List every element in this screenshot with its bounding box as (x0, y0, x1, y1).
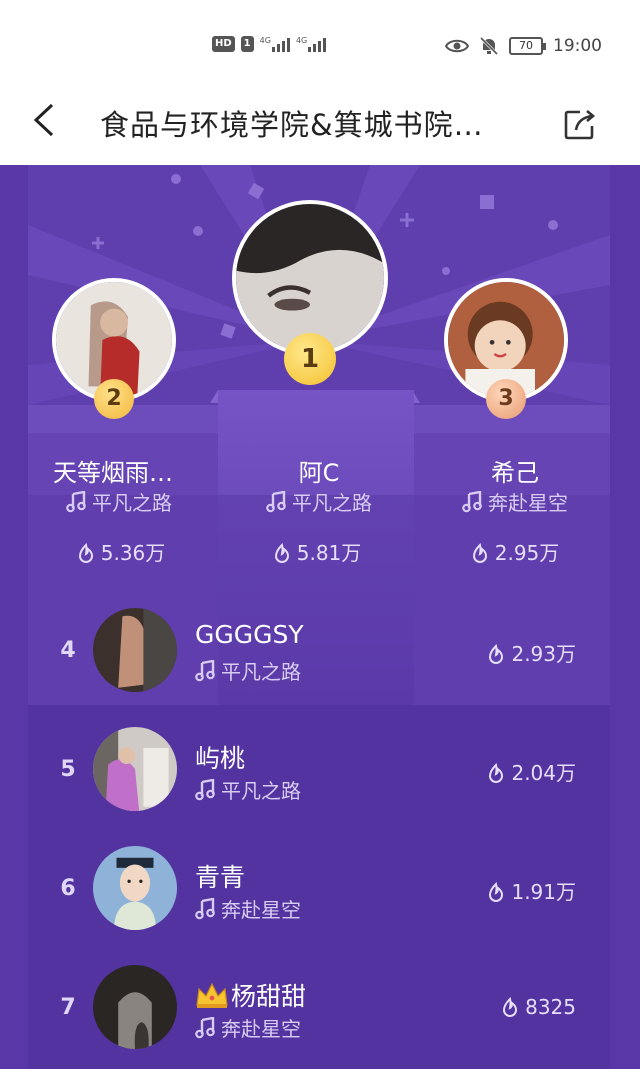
avatar[interactable] (93, 608, 177, 692)
rank-number: 5 (60, 757, 76, 782)
song-title: 奔赴星空 (195, 894, 301, 923)
flame-icon (489, 763, 504, 783)
song-label: 平凡之路 (292, 491, 372, 515)
podium-score: 5.81万 (222, 537, 412, 566)
podium-song: 平凡之路 (224, 487, 414, 516)
clock: 19:00 (553, 36, 602, 56)
score-label: 8325 (525, 995, 576, 1019)
rank-1-medal: 1 (284, 333, 336, 385)
score-label: 5.81万 (296, 541, 362, 565)
flame-icon (489, 882, 504, 902)
podium-song: 奔赴星空 (420, 487, 610, 516)
score-label: 2.93万 (511, 642, 576, 666)
score: 1.91万 (487, 876, 576, 905)
share-icon (564, 110, 596, 140)
back-button[interactable] (26, 100, 66, 140)
music-note-icon (195, 660, 215, 682)
music-note-icon (195, 1017, 215, 1039)
user-name: 杨甜甜 (195, 977, 306, 1013)
song-label: 平凡之路 (221, 660, 301, 684)
song-title: 奔赴星空 (195, 1013, 301, 1042)
network-type-label: 4G (259, 36, 271, 45)
song-title: 平凡之路 (195, 775, 301, 804)
song-label: 奔赴星空 (221, 1017, 301, 1041)
rank-number: 7 (60, 995, 76, 1020)
status-bar: HD 1 4G 4G 70 19:00 (0, 0, 640, 90)
user-name: GGGGSY (195, 620, 304, 649)
score-label: 1.91万 (511, 880, 576, 904)
music-note-icon (195, 898, 215, 920)
chevron-left-icon (33, 103, 54, 137)
list-item[interactable]: 7 杨甜甜 奔赴星空 8325 (0, 955, 640, 1065)
score-label: 2.04万 (511, 761, 576, 785)
signal-icon: 4G (260, 36, 290, 52)
music-note-icon (462, 491, 482, 513)
share-button[interactable] (560, 104, 600, 144)
avatar[interactable] (93, 846, 177, 930)
flame-icon (489, 644, 504, 664)
podium-score: 5.36万 (26, 537, 216, 566)
flame-icon (274, 543, 289, 563)
score-label: 5.36万 (100, 541, 166, 565)
rank-3-medal: 3 (486, 379, 526, 419)
podium-name: 天等烟雨… (53, 459, 173, 487)
sim-badge: 1 (240, 36, 254, 52)
list-item[interactable]: 4 GGGGSY 平凡之路 2.93万 (0, 598, 640, 708)
flame-icon (503, 997, 518, 1017)
podium-name: 阿C (298, 459, 340, 487)
hd-badge: HD (212, 36, 235, 52)
page-title: 食品与环境学院&箕城书院… (100, 108, 484, 142)
music-note-icon (266, 491, 286, 513)
user-name: 青青 (195, 863, 246, 892)
list-item[interactable]: 6 青青 奔赴星空 1.91万 (0, 836, 640, 946)
flame-icon (78, 543, 93, 563)
user-name-text: 杨甜甜 (231, 982, 307, 1011)
avatar[interactable] (93, 727, 177, 811)
song-label: 奔赴星空 (488, 491, 568, 515)
user-name: 屿桃 (195, 744, 246, 773)
rank-number: 4 (60, 638, 76, 663)
music-note-icon (195, 779, 215, 801)
mute-bell-icon (479, 36, 499, 56)
eye-icon (445, 39, 469, 53)
flame-icon (472, 543, 487, 563)
list-item[interactable]: 5 屿桃 平凡之路 2.04万 (0, 717, 640, 827)
music-note-icon (66, 491, 86, 513)
signal-icon: 4G (295, 36, 327, 52)
song-label: 平凡之路 (221, 779, 301, 803)
ranking-panel: 1 2 3 天等烟雨… 阿C 希己 平凡之路 平凡之路 奔赴星空 5.36万 5… (0, 165, 640, 1069)
rank-2-medal: 2 (94, 379, 134, 419)
score: 8325 (501, 995, 576, 1019)
avatar[interactable] (93, 965, 177, 1049)
song-label: 奔赴星空 (221, 898, 301, 922)
score: 2.93万 (487, 638, 576, 667)
title-bar: 食品与环境学院&箕城书院… (0, 90, 640, 165)
podium-score: 2.95万 (420, 537, 610, 566)
podium-song: 平凡之路 (24, 487, 214, 516)
battery-icon: 70 (509, 37, 546, 55)
song-label: 平凡之路 (92, 491, 172, 515)
network-type-label: 4G (295, 36, 308, 45)
crown-icon (196, 982, 228, 1008)
score: 2.04万 (487, 757, 576, 786)
song-title: 平凡之路 (195, 656, 301, 685)
score-label: 2.95万 (494, 541, 560, 565)
podium-name: 希己 (491, 459, 539, 487)
rank-number: 6 (60, 876, 76, 901)
